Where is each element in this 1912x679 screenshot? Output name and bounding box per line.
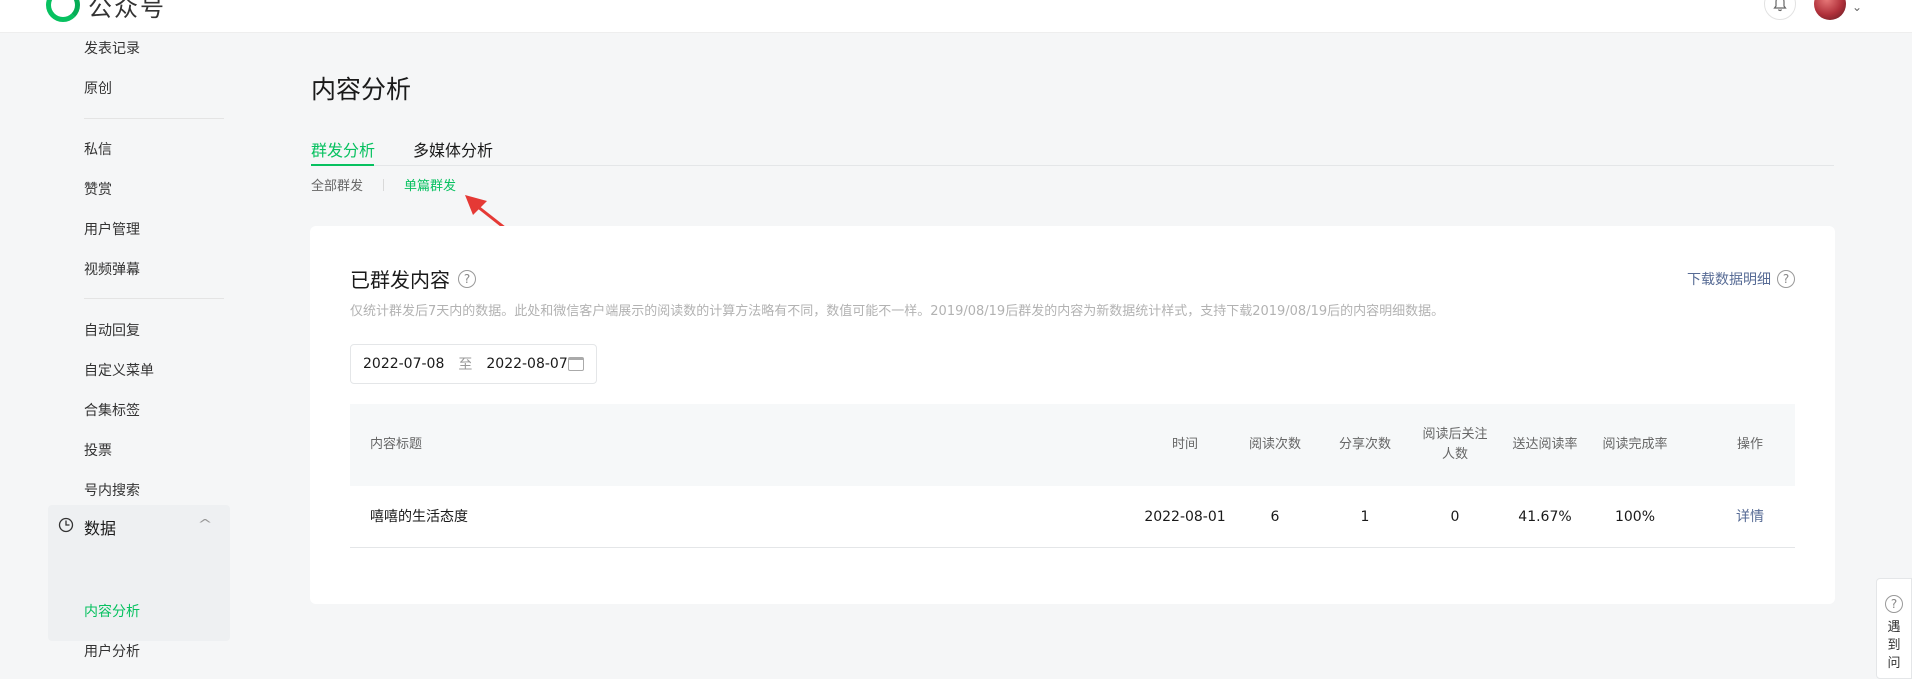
calendar-icon[interactable] [568,357,584,371]
header-action: 操作 [1736,437,1763,452]
sidebar-item-content-analysis[interactable]: 内容分析 [84,601,140,621]
header-title: 内容标题 [370,437,423,452]
header-follows-line1: 阅读后关注 [1422,427,1488,442]
tab-multimedia-analysis[interactable]: 多媒体分析 [413,137,493,161]
help-char: 到 [1887,638,1901,653]
cell-shares: 1 [1360,508,1370,525]
sidebar-item-voting[interactable]: 投票 [84,440,112,460]
header-completion-rate: 阅读完成率 [1602,437,1668,452]
cell-time: 2022-08-01 [1144,508,1226,525]
page-title: 内容分析 [311,75,412,104]
details-link[interactable]: 详情 [1705,486,1795,547]
chart-clock-icon [58,517,74,537]
card-title-text: 已群发内容 [350,268,450,292]
header-follows-line2: 人数 [1441,447,1468,462]
floating-help-button[interactable]: ? 遇 到 问 [1876,578,1912,679]
cell-completion-rate: 100% [1614,508,1656,525]
tab-bar: 群发分析 多媒体分析 [311,137,1834,166]
download-details-link[interactable]: 下载数据明细 ? [1687,269,1795,289]
date-end[interactable]: 2022-08-07 [486,356,567,372]
help-char: 问 [1887,656,1901,671]
avatar[interactable] [1814,0,1846,20]
question-circle-icon: ? [1885,595,1903,613]
cell-delivery-rate: 41.67% [1518,508,1572,525]
header-reads: 阅读次数 [1248,437,1301,452]
chevron-down-icon[interactable]: ⌄ [1852,0,1862,14]
sidebar-item-custom-menu[interactable]: 自定义菜单 [84,360,154,380]
sidebar-item-user-management[interactable]: 用户管理 [84,219,140,239]
date-separator: 至 [458,357,473,373]
cell-reads: 6 [1270,508,1280,525]
sidebar-item-publish-records[interactable]: 发表记录 [84,38,140,58]
brand[interactable]: 公众号 [46,0,166,22]
sidebar-item-collection-tags[interactable]: 合集标签 [84,400,140,420]
subtab-divider [383,178,385,191]
brand-name: 公众号 [88,0,166,22]
subtab-single-mass-send[interactable]: 单篇群发 [404,175,456,194]
header-delivery-rate: 送达阅读率 [1512,437,1578,452]
sidebar-item-video-danmaku[interactable]: 视频弹幕 [84,259,140,279]
bell-icon[interactable] [1764,0,1796,20]
sidebar-item-auto-reply[interactable]: 自动回复 [84,320,140,340]
tab-active-indicator [311,164,374,166]
help-char: 遇 [1887,620,1901,635]
question-circle-icon[interactable]: ? [1777,270,1795,288]
card-description: 仅统计群发后7天内的数据。此处和微信客户端展示的阅读数的计算方法略有不同，数值可… [350,304,1445,319]
content-table: 内容标题 时间 阅读次数 分享次数 阅读后关注 人数 送达阅读率 阅读完成率 操… [350,404,1795,548]
sidebar-item-account-search[interactable]: 号内搜索 [84,480,140,500]
date-range-picker[interactable]: 2022-07-08 至 2022-08-07 [350,344,597,384]
table-row: 嘻嘻的生活态度 2022-08-01 6 1 0 41.67% 100% 详情 [350,486,1795,548]
published-content-card: 已群发内容 ? 下载数据明细 ? 仅统计群发后7天内的数据。此处和微信客户端展示… [310,226,1835,604]
cell-title: 嘻嘻的生活态度 [370,508,468,525]
sidebar-item-user-analysis[interactable]: 用户分析 [84,641,140,661]
wechat-logo-icon [46,0,80,22]
download-details-label: 下载数据明细 [1687,272,1771,288]
cell-follows: 0 [1450,508,1460,525]
tab-mass-send-analysis[interactable]: 群发分析 [311,137,375,161]
header-shares: 分享次数 [1338,437,1391,452]
header-follows: 阅读后关注 人数 [1410,404,1500,486]
date-start[interactable]: 2022-07-08 [363,356,444,372]
sidebar-divider [84,298,224,299]
sidebar-item-rewards[interactable]: 赞赏 [84,179,112,199]
sidebar-section-header-data[interactable]: 数据 [58,515,116,539]
header-time: 时间 [1171,437,1198,452]
sidebar-item-original[interactable]: 原创 [84,78,112,98]
subtab-bar: 全部群发 单篇群发 [311,175,456,194]
subtab-all-mass-send[interactable]: 全部群发 [311,175,363,194]
question-circle-icon[interactable]: ? [458,269,476,288]
table-header: 内容标题 时间 阅读次数 分享次数 阅读后关注 人数 送达阅读率 阅读完成率 操… [350,404,1795,486]
sidebar-section-label: 数据 [84,519,117,538]
card-title: 已群发内容 ? [350,264,476,293]
top-bar: 公众号 ⌄ [0,0,1912,33]
sidebar-item-messages[interactable]: 私信 [84,139,112,159]
sidebar-divider [84,118,224,119]
chevron-up-icon[interactable]: ^ [197,517,212,531]
